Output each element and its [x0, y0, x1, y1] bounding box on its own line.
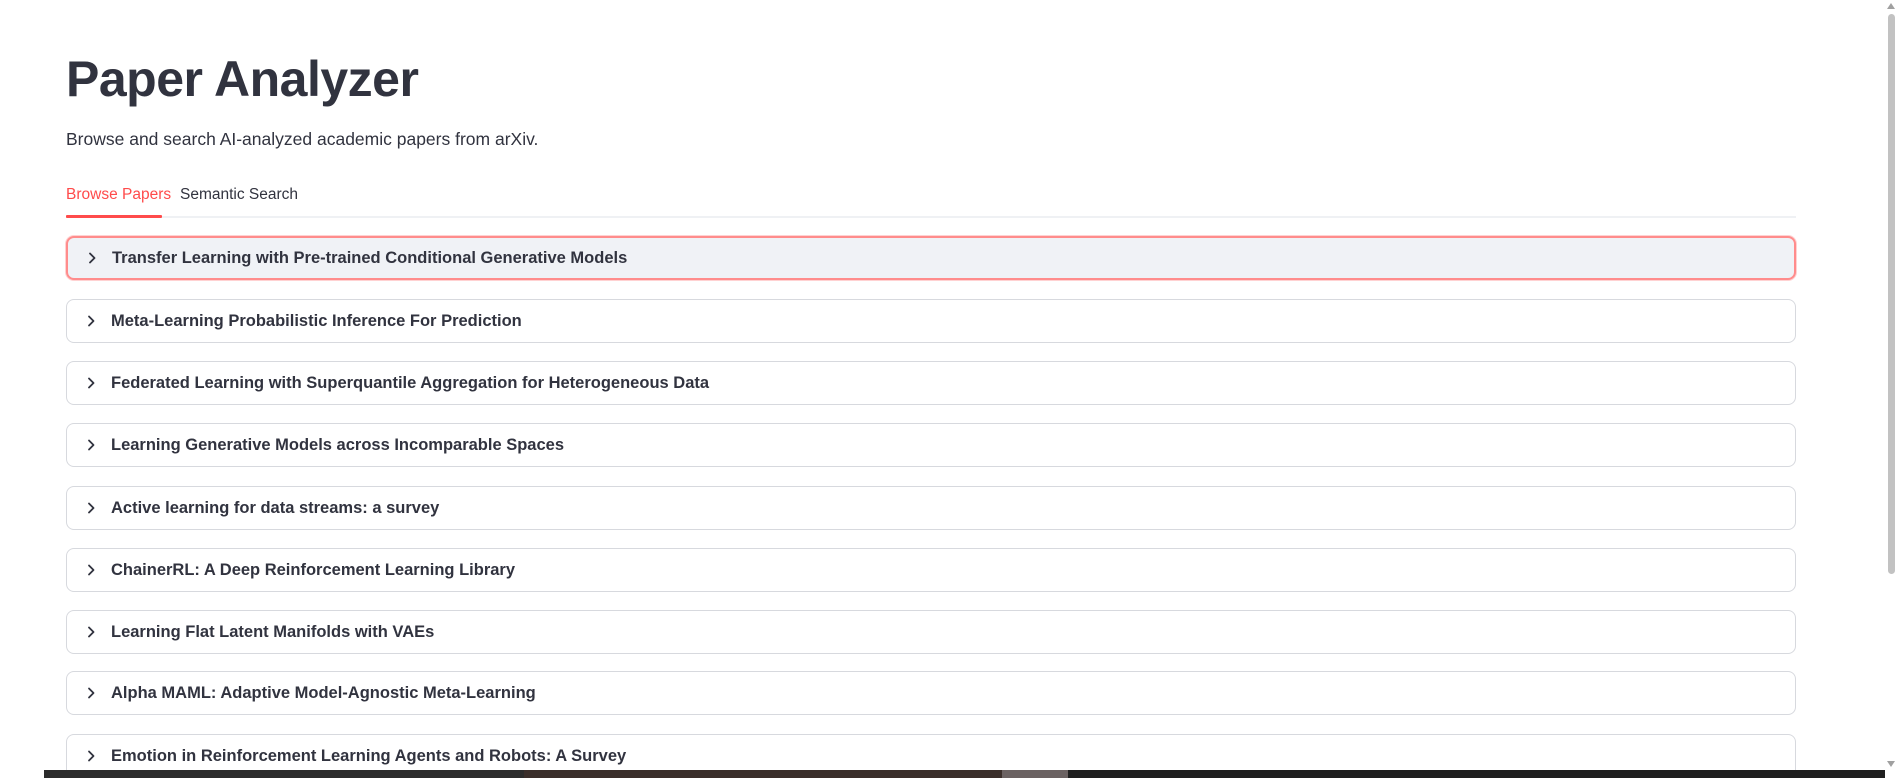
chevron-right-icon — [83, 437, 99, 453]
scroll-down-arrow-icon[interactable] — [1887, 760, 1895, 768]
paper-title: Federated Learning with Superquantile Ag… — [111, 373, 710, 392]
paper-title: Active learning for data streams: a surv… — [111, 498, 440, 517]
paper-expander[interactable]: Transfer Learning with Pre-trained Condi… — [66, 236, 1796, 280]
paper-expander[interactable]: ChainerRL: A Deep Reinforcement Learning… — [66, 548, 1796, 592]
paper-expander[interactable]: Federated Learning with Superquantile Ag… — [66, 361, 1796, 405]
tab-semantic-search[interactable]: Semantic Search — [180, 182, 298, 218]
scroll-up-arrow-icon[interactable] — [1887, 2, 1895, 10]
paper-expander[interactable]: Meta-Learning Probabilistic Inference Fo… — [66, 299, 1796, 343]
taskbar-strip — [0, 770, 1885, 778]
paper-title: Transfer Learning with Pre-trained Condi… — [112, 248, 628, 267]
paper-title: Emotion in Reinforcement Learning Agents… — [111, 746, 627, 765]
page-title: Paper Analyzer — [66, 51, 419, 107]
paper-expander[interactable]: Learning Generative Models across Incomp… — [66, 423, 1796, 467]
vertical-scrollbar[interactable] — [1885, 0, 1897, 778]
page-subtitle: Browse and search AI-analyzed academic p… — [66, 129, 539, 149]
chevron-right-icon — [83, 624, 99, 640]
chevron-right-icon — [83, 562, 99, 578]
paper-title: Meta-Learning Probabilistic Inference Fo… — [111, 311, 522, 330]
active-tab-indicator — [66, 215, 162, 218]
paper-title: Learning Flat Latent Manifolds with VAEs — [111, 622, 435, 641]
chevron-right-icon — [83, 375, 99, 391]
paper-title: Alpha MAML: Adaptive Model-Agnostic Meta… — [111, 683, 536, 702]
taskbar-segment — [1068, 770, 1885, 778]
paper-expander[interactable]: Active learning for data streams: a surv… — [66, 486, 1796, 530]
chevron-right-icon — [83, 313, 99, 329]
tab-browse-papers[interactable]: Browse Papers — [66, 182, 171, 218]
tab-bar: Browse Papers Semantic Search — [66, 182, 1796, 218]
taskbar-segment — [524, 770, 1002, 778]
paper-expander[interactable]: Alpha MAML: Adaptive Model-Agnostic Meta… — [66, 671, 1796, 715]
taskbar-segment — [1002, 770, 1068, 778]
chevron-right-icon — [83, 685, 99, 701]
scrollbar-thumb[interactable] — [1888, 14, 1895, 574]
chevron-right-icon — [83, 500, 99, 516]
chevron-right-icon — [84, 250, 100, 266]
paper-title: ChainerRL: A Deep Reinforcement Learning… — [111, 560, 516, 579]
taskbar-segment — [0, 770, 44, 778]
paper-expander[interactable]: Learning Flat Latent Manifolds with VAEs — [66, 610, 1796, 654]
app-page: Paper Analyzer Browse and search AI-anal… — [0, 0, 1897, 778]
paper-title: Learning Generative Models across Incomp… — [111, 435, 565, 454]
chevron-right-icon — [83, 748, 99, 764]
